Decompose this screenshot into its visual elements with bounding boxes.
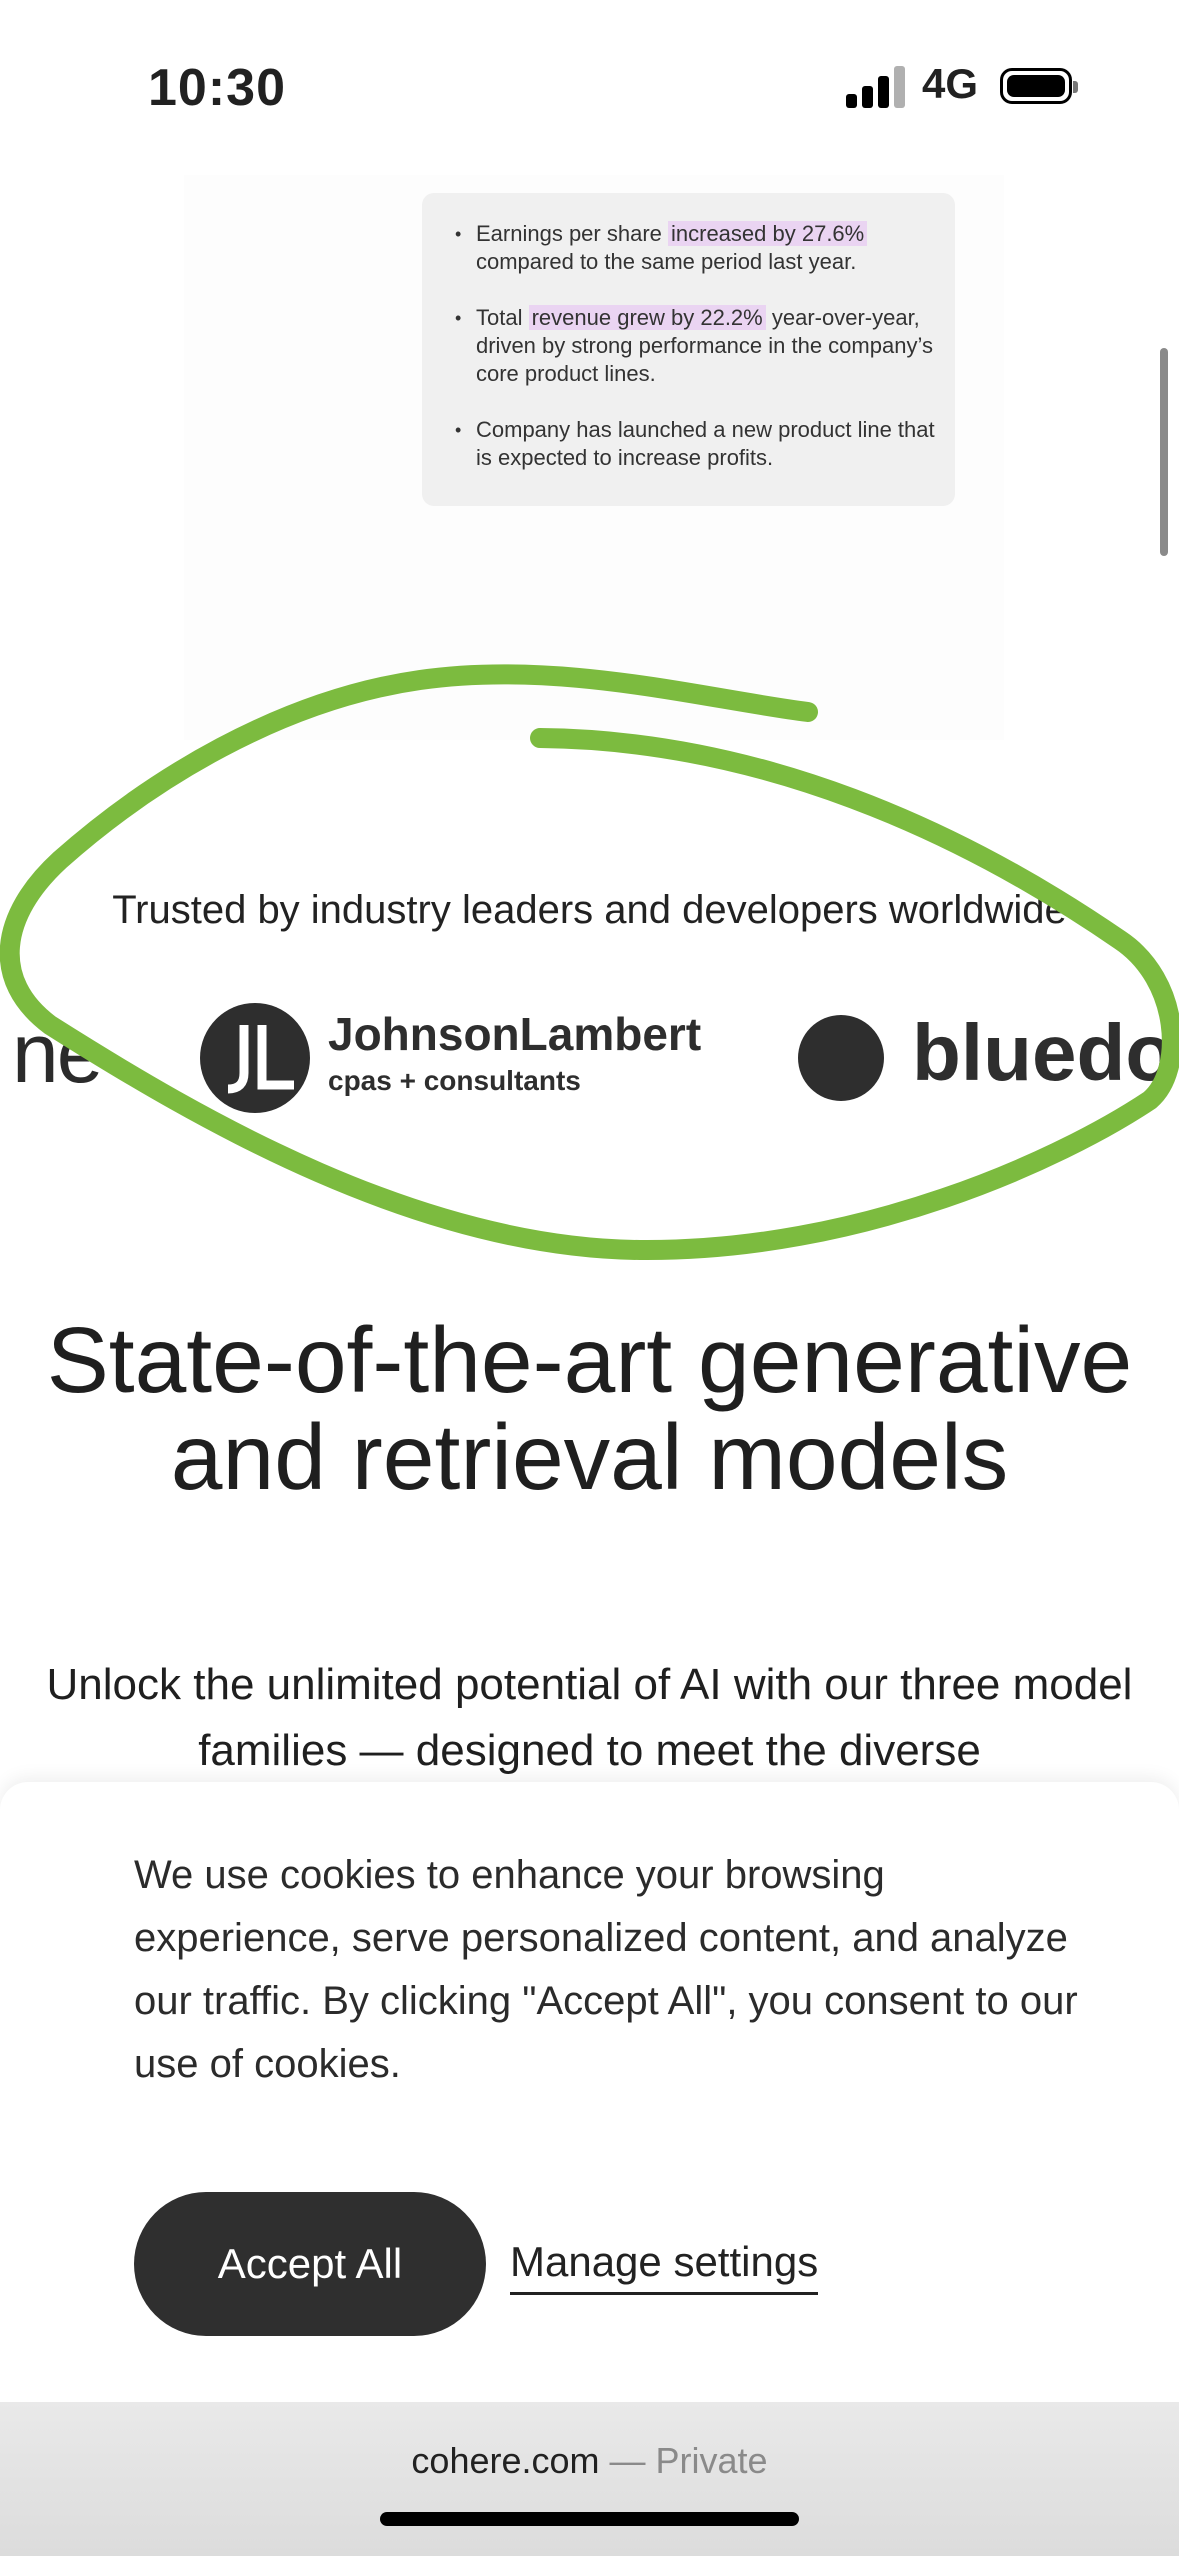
- status-bar: 10:30 4G: [0, 0, 1179, 170]
- highlight: increased by 27.6%: [668, 221, 868, 246]
- home-indicator[interactable]: [380, 2512, 799, 2526]
- manage-settings-link[interactable]: Manage settings: [510, 2238, 819, 2295]
- accept-all-button[interactable]: Accept All: [134, 2192, 486, 2336]
- page-scrollbar[interactable]: [1160, 348, 1168, 556]
- cookie-banner: We use cookies to enhance your browsing …: [0, 1782, 1179, 2402]
- cookie-message: We use cookies to enhance your browsing …: [134, 1853, 1078, 2086]
- hero-headline: State-of-the-art generative and retrieva…: [46, 1308, 1133, 1509]
- url-domain: cohere.com: [411, 2440, 600, 2481]
- battery-icon: [1000, 68, 1078, 104]
- hero-subtext: Unlock the unlimited potential of AI wit…: [46, 1660, 1133, 1775]
- summary-card: Earnings per share increased by 27.6% co…: [422, 193, 955, 506]
- status-time: 10:30: [148, 59, 286, 117]
- network-type: 4G: [922, 60, 979, 107]
- private-mode-label: — Private: [599, 2440, 768, 2481]
- browser-address-bar[interactable]: cohere.com — Private: [0, 2402, 1179, 2556]
- cellular-signal-icon: [846, 64, 906, 108]
- summary-bullet: Total revenue grew by 22.2% year-over-ye…: [455, 304, 936, 388]
- summary-bullet: Company has launched a new product line …: [455, 416, 936, 472]
- highlight: revenue grew by 22.2%: [528, 305, 766, 330]
- summary-bullet: Earnings per share increased by 27.6% co…: [455, 220, 936, 276]
- green-circle-annotation: [0, 664, 1179, 1261]
- url-display[interactable]: cohere.com — Private: [0, 2440, 1179, 2482]
